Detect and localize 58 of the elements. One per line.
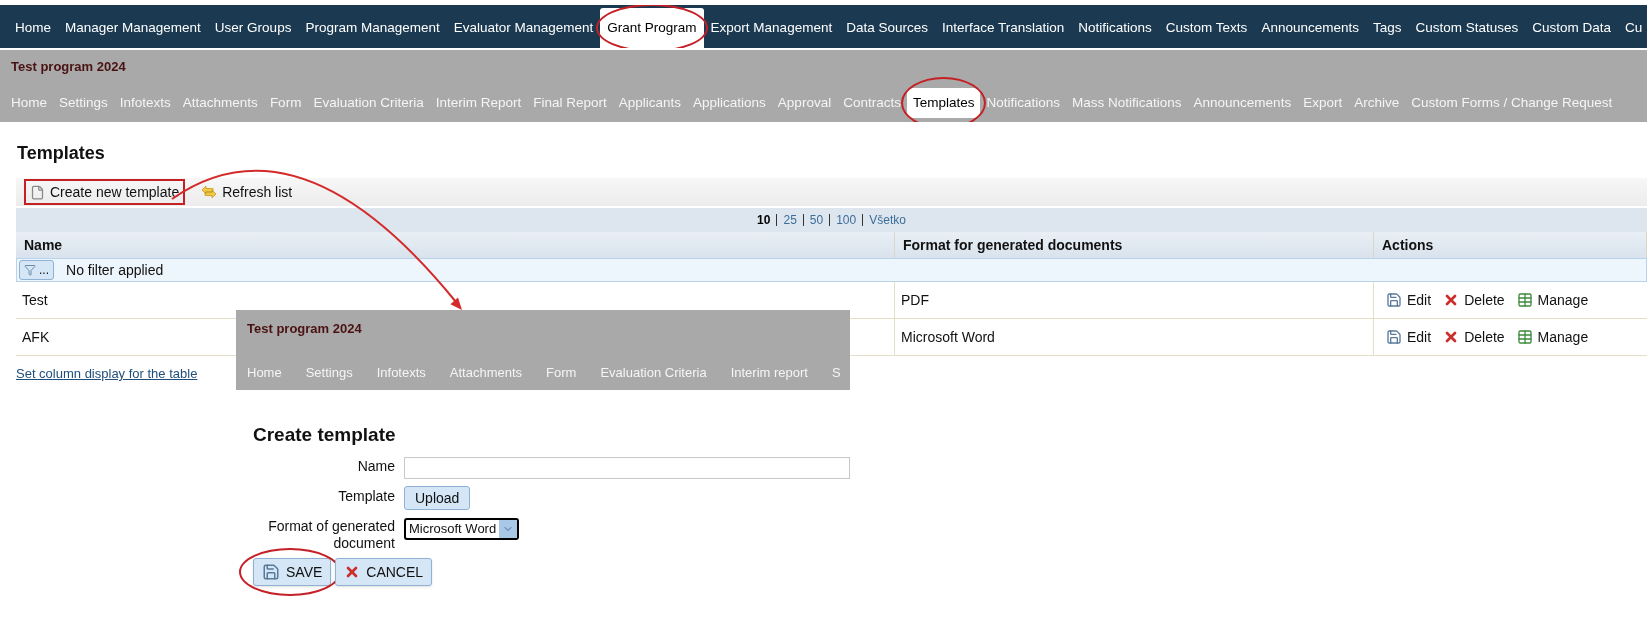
- row-action-link[interactable]: Delete: [1443, 326, 1505, 348]
- row-action-link[interactable]: Edit: [1386, 289, 1432, 311]
- nav-tab[interactable]: Export Management: [703, 8, 840, 48]
- table-icon: [1516, 292, 1533, 308]
- nav-tab[interactable]: Custom Texts: [1158, 8, 1255, 48]
- nav-tab[interactable]: Custom Statuses: [1408, 8, 1526, 48]
- nav-tab[interactable]: Tags: [1365, 8, 1409, 48]
- filter-icon: [24, 264, 36, 276]
- filter-button[interactable]: ...: [19, 260, 54, 280]
- nav-tab[interactable]: Notifications: [1071, 8, 1159, 48]
- program-title: Test program 2024: [247, 320, 363, 338]
- field-label: Format of generated document: [267, 517, 395, 552]
- name-field[interactable]: [404, 456, 850, 479]
- cancel-button[interactable]: CANCEL: [335, 558, 433, 586]
- nav-tab[interactable]: User Groups: [207, 8, 299, 48]
- table-icon: [1516, 329, 1533, 345]
- column-header: Actions: [1374, 232, 1647, 258]
- page-size-link[interactable]: 25: [776, 214, 803, 226]
- column-display-link[interactable]: Set column display for the table: [16, 364, 198, 384]
- refresh-button[interactable]: Refresh list: [195, 179, 299, 205]
- page-title: Templates: [17, 142, 105, 165]
- nav-tab[interactable]: Evaluator Management: [446, 8, 601, 48]
- program-title: Test program 2024: [11, 58, 127, 76]
- refresh-icon: [201, 185, 218, 199]
- row-action-link[interactable]: Edit: [1386, 326, 1432, 348]
- format-select[interactable]: Microsoft Word: [404, 517, 520, 540]
- floppy-icon: [1386, 292, 1402, 308]
- nav-tab[interactable]: Announcements: [1254, 8, 1366, 48]
- row-action-link[interactable]: Manage: [1516, 326, 1589, 348]
- nav-tab[interactable]: Data Sources: [839, 8, 935, 48]
- field-label: Name: [356, 456, 395, 475]
- floppy-icon: [1386, 329, 1402, 345]
- nav-tab[interactable]: Manager Management: [58, 8, 208, 48]
- nav-tab[interactable]: Interface Translation: [934, 8, 1072, 48]
- filter-status: No filter applied: [66, 260, 164, 280]
- upload-button[interactable]: Upload: [404, 486, 471, 510]
- column-header: Format for generated documents: [895, 232, 1374, 258]
- field-label: Template: [337, 486, 395, 505]
- nav-tab[interactable]: Cu: [1618, 8, 1647, 48]
- row-action-link[interactable]: Delete: [1443, 289, 1505, 311]
- program-tab[interactable]: Templates: [906, 87, 981, 119]
- nav-tab[interactable]: Grant Program: [600, 8, 704, 48]
- column-header: Name: [16, 232, 895, 258]
- nav-tab[interactable]: Custom Data: [1525, 8, 1619, 48]
- table-cell: PDF: [895, 282, 1374, 319]
- page-size-link[interactable]: Všetko: [862, 214, 912, 226]
- page-size-link[interactable]: 10: [751, 214, 777, 226]
- row-action-link[interactable]: Manage: [1516, 289, 1589, 311]
- nav-tab[interactable]: Home: [8, 8, 58, 48]
- floppy-icon: [262, 563, 280, 581]
- save-button[interactable]: SAVE: [253, 558, 332, 586]
- file-icon: [30, 184, 45, 200]
- create-template-button[interactable]: Create new template: [24, 179, 186, 205]
- nav-tab[interactable]: Program Management: [298, 8, 447, 48]
- table-cell: Microsoft Word: [895, 319, 1374, 356]
- page-size-link[interactable]: 50: [802, 214, 830, 226]
- form-title: Create template: [253, 423, 396, 447]
- page-size-link[interactable]: 100: [829, 214, 863, 226]
